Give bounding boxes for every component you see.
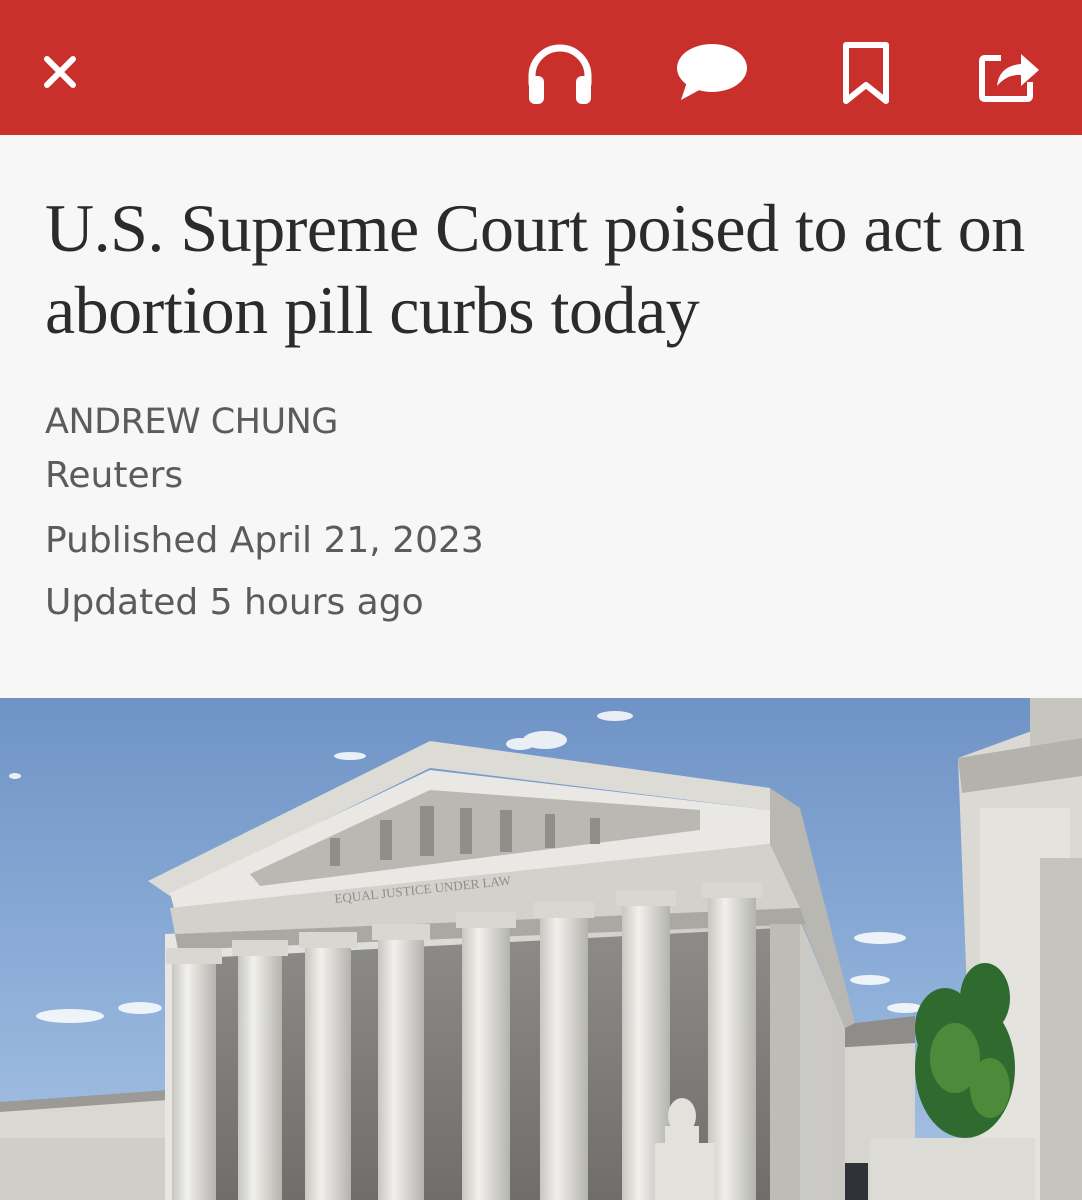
close-button[interactable] (30, 42, 90, 102)
comment-icon (677, 44, 747, 100)
comments-button[interactable] (670, 38, 754, 108)
share-icon (979, 54, 1039, 102)
headphones-icon (528, 44, 592, 104)
updated-time: Updated 5 hours ago (45, 582, 424, 623)
listen-button[interactable] (518, 38, 602, 108)
headline: U.S. Supreme Court poised to act on abor… (45, 190, 1025, 348)
bookmark-button[interactable] (832, 38, 900, 108)
article-toolbar (0, 0, 1082, 135)
author-name[interactable]: ANDREW CHUNG (45, 401, 338, 443)
source-name: Reuters (45, 455, 184, 496)
published-date: Published April 21, 2023 (45, 520, 484, 561)
share-button[interactable] (972, 38, 1048, 108)
close-icon (44, 56, 76, 88)
bookmark-icon (843, 42, 889, 104)
article-photo: EQUAL JUSTICE UNDER LAW (0, 698, 1082, 1200)
article-header: U.S. Supreme Court poised to act on abor… (0, 135, 1082, 698)
